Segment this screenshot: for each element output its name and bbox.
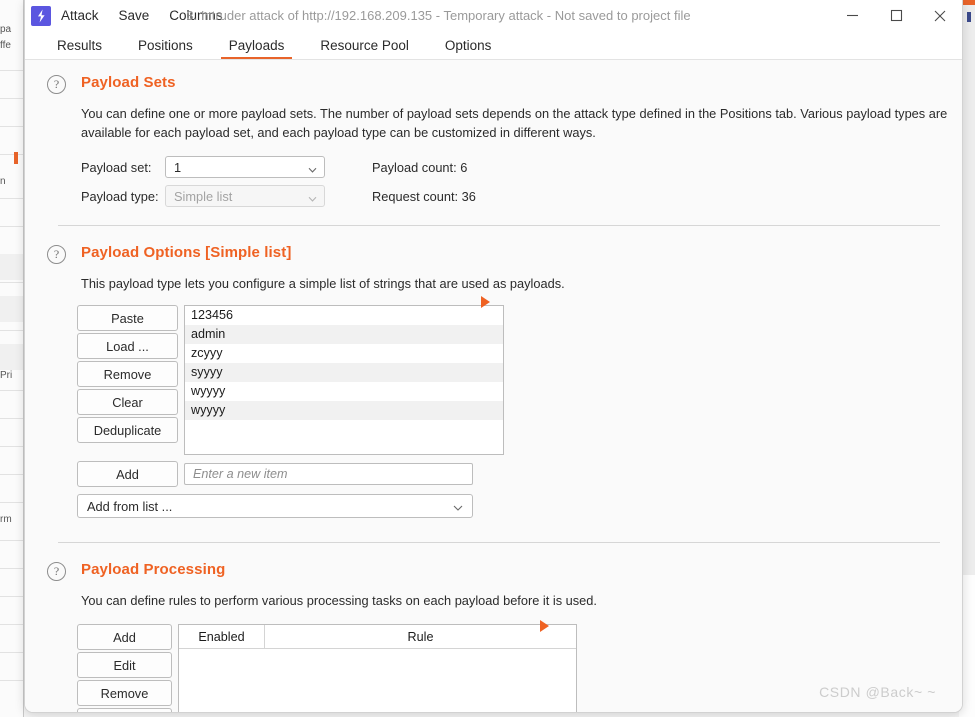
background-text-fragment: rm bbox=[0, 514, 12, 525]
payload-add-row: Add Enter a new item bbox=[77, 461, 962, 487]
add-rule-button[interactable]: Add bbox=[77, 624, 172, 650]
list-item[interactable]: admin bbox=[185, 325, 503, 344]
remove-rule-button[interactable]: Remove bbox=[77, 680, 172, 706]
payload-type-row: Payload type: Simple list Request count:… bbox=[81, 185, 962, 207]
remove-button[interactable]: Remove bbox=[77, 361, 178, 387]
move-up-button[interactable]: Up bbox=[77, 708, 172, 712]
background-text-fragment: pa bbox=[0, 24, 12, 35]
tab-resource-pool[interactable]: Resource Pool bbox=[302, 31, 427, 59]
payload-type-value: Simple list bbox=[174, 188, 233, 204]
deduplicate-button[interactable]: Deduplicate bbox=[77, 417, 178, 443]
payload-type-select[interactable]: Simple list bbox=[165, 185, 325, 207]
column-header-enabled: Enabled bbox=[179, 625, 265, 648]
close-icon[interactable] bbox=[918, 0, 962, 31]
load-button[interactable]: Load ... bbox=[77, 333, 178, 359]
payload-list-buttons: Paste Load ... Remove Clear Deduplicate bbox=[77, 305, 178, 445]
question-mark-icon[interactable]: ? bbox=[47, 75, 66, 94]
payload-processing-editor: Add Edit Remove Up Enabled Rule bbox=[77, 620, 962, 712]
intruder-attack-window: Attack Save Columns 3. Intruder attack o… bbox=[24, 0, 963, 713]
list-item[interactable]: 123456 bbox=[185, 306, 503, 325]
background-left-strip: pa ffe n Pri rm bbox=[0, 0, 24, 717]
background-text-fragment: ffe bbox=[0, 40, 11, 51]
maximize-icon[interactable] bbox=[874, 0, 918, 31]
column-header-rule: Rule bbox=[407, 629, 434, 644]
payload-processing-description: You can define rules to perform various … bbox=[81, 593, 597, 608]
payload-options-description: This payload type lets you configure a s… bbox=[81, 276, 565, 291]
payload-processing-section: ? Payload Processing You can define rule… bbox=[25, 543, 962, 712]
payload-sets-section: ? Payload Sets You can define one or mor… bbox=[25, 60, 962, 226]
menu-item-save[interactable]: Save bbox=[109, 4, 160, 27]
menu-item-attack[interactable]: Attack bbox=[51, 4, 109, 27]
payload-processing-title: Payload Processing bbox=[81, 561, 226, 578]
payload-set-select[interactable]: 1 bbox=[165, 156, 325, 178]
list-item[interactable]: zcyyy bbox=[185, 344, 503, 363]
list-item[interactable]: wyyyy bbox=[185, 401, 503, 420]
request-count: Request count: 36 bbox=[372, 188, 476, 204]
payloads-panel: ? Payload Sets You can define one or mor… bbox=[25, 60, 962, 712]
chevron-down-icon bbox=[308, 192, 317, 202]
tab-strip: Results Positions Payloads Resource Pool… bbox=[25, 31, 962, 60]
list-item[interactable]: syyyy bbox=[185, 363, 503, 382]
tab-positions[interactable]: Positions bbox=[120, 31, 211, 59]
menu-item-columns[interactable]: Columns bbox=[159, 4, 232, 27]
tab-options[interactable]: Options bbox=[427, 31, 510, 59]
triangle-right-icon bbox=[540, 620, 549, 632]
background-marker bbox=[967, 12, 971, 22]
tab-results[interactable]: Results bbox=[39, 31, 120, 59]
background-text-fragment: Pri bbox=[0, 370, 13, 381]
payload-processing-buttons: Add Edit Remove Up bbox=[77, 624, 172, 712]
paste-button[interactable]: Paste bbox=[77, 305, 178, 331]
chevron-down-icon bbox=[453, 501, 463, 511]
payload-set-value: 1 bbox=[174, 159, 182, 175]
payload-list[interactable]: 123456 admin zcyyy syyyy wyyyy wyyyy bbox=[184, 305, 504, 455]
rules-table-header: Enabled Rule bbox=[179, 625, 576, 649]
payload-sets-description: You can define one or more payload sets.… bbox=[81, 106, 948, 140]
add-payload-button[interactable]: Add bbox=[77, 461, 178, 487]
rules-table[interactable]: Enabled Rule bbox=[178, 624, 577, 712]
burp-lightning-icon bbox=[31, 5, 51, 26]
list-item[interactable]: wyyyy bbox=[185, 382, 503, 401]
tab-payloads[interactable]: Payloads bbox=[211, 31, 303, 59]
title-bar: Attack Save Columns 3. Intruder attack o… bbox=[25, 0, 962, 31]
payload-options-title: Payload Options [Simple list] bbox=[81, 244, 292, 261]
add-from-list-select[interactable]: Add from list ... bbox=[77, 494, 473, 518]
clear-button[interactable]: Clear bbox=[77, 389, 178, 415]
edit-rule-button[interactable]: Edit bbox=[77, 652, 172, 678]
minimize-icon[interactable] bbox=[830, 0, 874, 31]
payload-sets-form: Payload set: 1 Payload count: 6 Payload … bbox=[81, 156, 962, 207]
triangle-right-icon bbox=[481, 296, 490, 308]
new-item-input[interactable]: Enter a new item bbox=[184, 463, 473, 485]
payload-options-section: ? Payload Options [Simple list] This pay… bbox=[25, 226, 962, 543]
add-from-list-value: Add from list ... bbox=[87, 498, 173, 514]
background-text-fragment: n bbox=[0, 176, 6, 187]
payload-sets-title: Payload Sets bbox=[81, 74, 176, 91]
payload-set-row: Payload set: 1 Payload count: 6 bbox=[81, 156, 962, 178]
question-mark-icon[interactable]: ? bbox=[47, 562, 66, 581]
window-controls bbox=[830, 0, 962, 31]
payload-list-editor: Paste Load ... Remove Clear Deduplicate … bbox=[77, 296, 962, 455]
chevron-down-icon bbox=[308, 163, 317, 173]
payload-type-label: Payload type: bbox=[81, 188, 159, 204]
payload-set-label: Payload set: bbox=[81, 159, 152, 175]
payload-count: Payload count: 6 bbox=[372, 159, 468, 175]
question-mark-icon[interactable]: ? bbox=[47, 245, 66, 264]
